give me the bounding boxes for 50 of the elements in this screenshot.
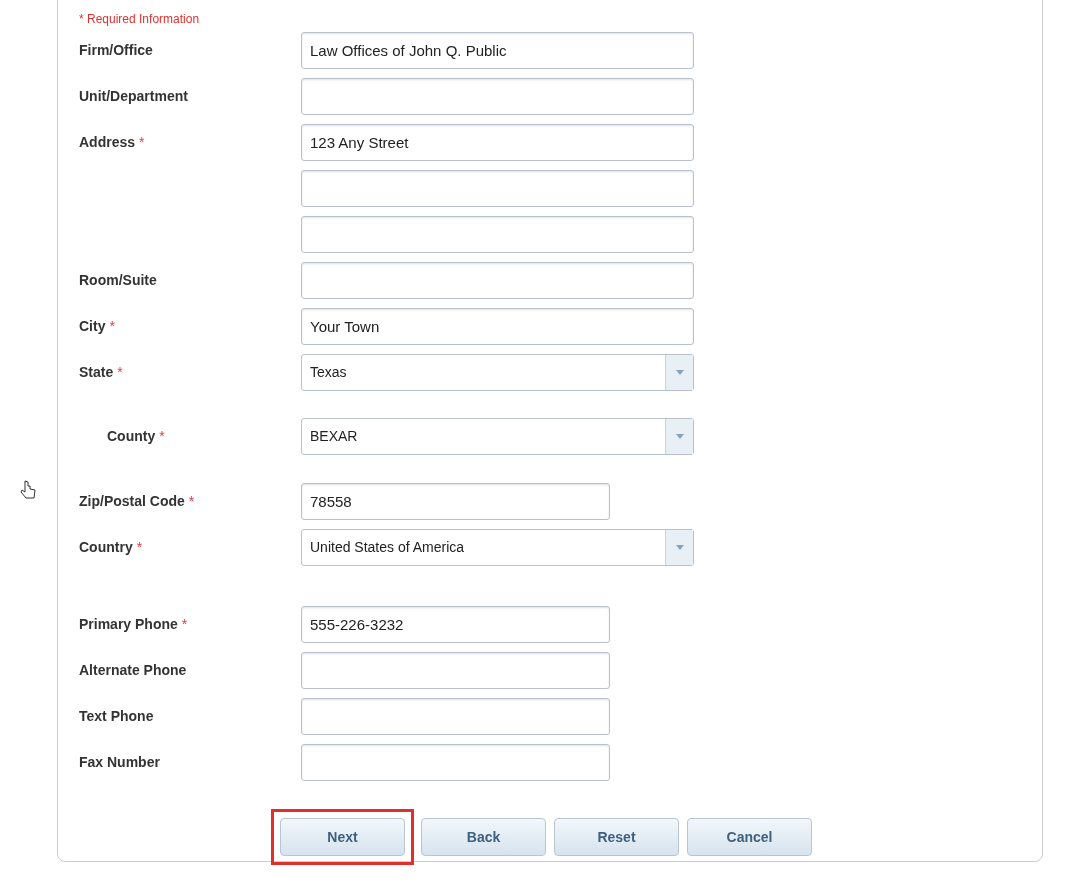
required-note: * Required Information (79, 11, 201, 28)
input-field[interactable]: Your Town (301, 308, 694, 345)
field-label: Alternate Phone (79, 662, 187, 678)
required-mark: * (139, 134, 145, 150)
field-label: Country (79, 539, 133, 555)
input-field[interactable]: Law Offices of John Q. Public (301, 32, 694, 69)
dropdown[interactable]: United States of America (301, 529, 694, 566)
dropdown-button[interactable] (665, 530, 693, 565)
dropdown-value: BEXAR (309, 427, 359, 446)
dropdown-value: Texas (309, 363, 348, 382)
field-label: Unit/Department (79, 88, 188, 104)
input-field[interactable] (301, 216, 694, 253)
field-label: Room/Suite (79, 272, 157, 288)
form-button[interactable]: Back (421, 818, 546, 856)
field-label: Zip/Postal Code (79, 493, 185, 509)
field-label: Address (79, 134, 136, 150)
input-field[interactable] (301, 744, 610, 781)
required-mark: * (109, 318, 115, 334)
required-mark: * (181, 616, 188, 632)
dropdown[interactable]: BEXAR (301, 418, 694, 455)
input-field[interactable]: 78558 (301, 483, 610, 520)
dropdown-value: United States of America (309, 538, 466, 557)
field-label: State (79, 364, 114, 380)
input-field[interactable] (301, 170, 694, 207)
field-label: County (107, 428, 156, 444)
field-label: Text Phone (79, 708, 154, 724)
field-label: Primary Phone (79, 616, 178, 632)
input-field[interactable]: 555-226-3232 (301, 606, 610, 643)
field-label: Fax Number (79, 754, 160, 770)
dropdown[interactable]: Texas (301, 354, 694, 391)
form-button[interactable]: Cancel (687, 818, 812, 856)
input-field[interactable] (301, 652, 610, 689)
caret-icon (675, 545, 684, 550)
required-mark: * (117, 364, 123, 380)
required-mark: * (159, 428, 165, 444)
required-mark: * (136, 539, 143, 555)
form-button[interactable]: Next (280, 818, 405, 856)
form-button[interactable]: Reset (554, 818, 679, 856)
field-label: Firm/Office (79, 42, 153, 58)
input-field[interactable] (301, 262, 694, 299)
required-mark: * (188, 493, 195, 509)
caret-icon (675, 434, 684, 439)
dropdown-button[interactable] (665, 419, 693, 454)
input-field[interactable] (301, 78, 694, 115)
caret-icon (675, 370, 684, 375)
field-label: City (79, 318, 106, 334)
cursor-icon (20, 480, 36, 500)
dropdown-button[interactable] (665, 355, 693, 390)
input-field[interactable] (301, 698, 610, 735)
input-field[interactable]: 123 Any Street (301, 124, 694, 161)
